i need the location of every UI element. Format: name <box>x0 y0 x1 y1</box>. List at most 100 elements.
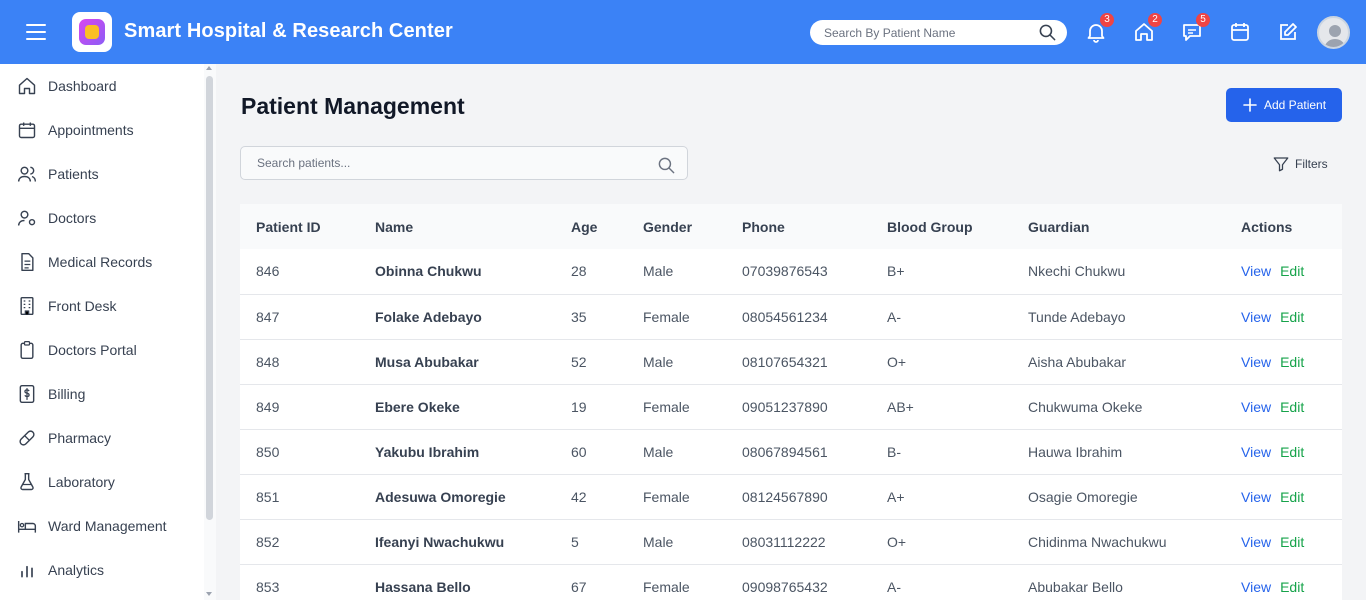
cell-blood-group: A- <box>887 308 901 325</box>
cell-guardian: Osagie Omoregie <box>1028 488 1138 505</box>
cell-age: 35 <box>571 308 587 325</box>
column-header-actions: Actions <box>1241 218 1293 235</box>
scroll-up-icon[interactable] <box>206 66 212 70</box>
search-icon[interactable] <box>657 156 676 175</box>
top-navbar: Smart Hospital & Research Center 3 2 5 <box>0 0 1366 64</box>
view-link[interactable]: View <box>1241 489 1271 505</box>
column-header-blood-group[interactable]: Blood Group <box>871 204 1012 249</box>
table-header-row: Patient ID Name Age Gender Phone Blood G… <box>240 204 1342 249</box>
view-link[interactable]: View <box>1241 309 1271 325</box>
logo-mark <box>79 19 105 45</box>
table-row: 847 Folake Adebayo 35 Female 08054561234… <box>240 294 1342 339</box>
sidebar-item-laboratory[interactable]: Laboratory <box>0 460 204 504</box>
cell-phone: 08067894561 <box>742 443 828 460</box>
cell-blood-group: O+ <box>887 353 907 370</box>
sidebar-item-label: Billing <box>48 386 86 402</box>
cell-name: Ifeanyi Nwachukwu <box>375 533 505 550</box>
sidebar-item-ward-management[interactable]: Ward Management <box>0 504 204 548</box>
notifications-badge: 3 <box>1100 13 1114 27</box>
flask-icon <box>20 472 34 491</box>
home-button[interactable]: 2 <box>1132 13 1162 44</box>
app-logo[interactable] <box>72 12 112 52</box>
sidebar-item-patients[interactable]: Patients <box>0 152 204 196</box>
patient-search-input[interactable] <box>824 20 1034 45</box>
sidebar-item-medical-records[interactable]: Medical Records <box>0 240 204 284</box>
cell-actions: View Edit <box>1225 564 1342 600</box>
cell-actions: View Edit <box>1225 339 1342 384</box>
sidebar-scrollbar-thumb[interactable] <box>206 76 213 520</box>
sidebar-item-doctors[interactable]: Doctors <box>0 196 204 240</box>
cell-blood-group: AB+ <box>887 398 914 415</box>
clipboard-icon <box>20 341 34 360</box>
add-patient-button[interactable]: Add Patient <box>1226 88 1342 122</box>
edit-link[interactable]: Edit <box>1280 263 1304 279</box>
cell-age: 52 <box>571 353 587 370</box>
column-header-age[interactable]: Age <box>555 204 627 249</box>
notifications-button[interactable]: 3 <box>1084 13 1114 44</box>
edit-link[interactable]: Edit <box>1280 579 1304 595</box>
patient-filter-input[interactable] <box>257 147 637 179</box>
edit-link[interactable]: Edit <box>1280 399 1304 415</box>
cell-age: 42 <box>571 488 587 505</box>
cell-gender: Female <box>643 578 690 595</box>
cell-patient-id: 846 <box>256 263 280 280</box>
edit-link[interactable]: Edit <box>1280 534 1304 550</box>
sidebar-item-billing[interactable]: Billing <box>0 372 204 416</box>
view-link[interactable]: View <box>1241 263 1271 279</box>
sidebar-item-pharmacy[interactable]: Pharmacy <box>0 416 204 460</box>
cell-patient-id: 851 <box>256 488 280 505</box>
sidebar-item-front-desk[interactable]: Front Desk <box>0 284 204 328</box>
column-header-guardian[interactable]: Guardian <box>1012 204 1225 249</box>
column-header-gender[interactable]: Gender <box>627 204 726 249</box>
cell-patient-id: 853 <box>256 578 280 595</box>
edit-link[interactable]: Edit <box>1280 354 1304 370</box>
sidebar-item-appointments[interactable]: Appointments <box>0 108 204 152</box>
edit-button[interactable] <box>1276 20 1300 44</box>
edit-link[interactable]: Edit <box>1280 489 1304 505</box>
sidebar-item-dashboard[interactable]: Dashboard <box>0 64 204 108</box>
user-icon <box>1324 25 1346 47</box>
view-link[interactable]: View <box>1241 534 1271 550</box>
edit-link[interactable]: Edit <box>1280 309 1304 325</box>
column-header-patient-id[interactable]: Patient ID <box>240 204 359 249</box>
menu-icon[interactable] <box>24 22 48 42</box>
scroll-down-icon[interactable] <box>206 592 212 596</box>
cell-gender: Female <box>643 398 690 415</box>
calendar-button[interactable] <box>1228 20 1252 44</box>
table-row: 850 Yakubu Ibrahim 60 Male 08067894561 B… <box>240 429 1342 474</box>
cell-gender: Male <box>643 533 674 550</box>
cell-guardian: Nkechi Chukwu <box>1028 263 1126 280</box>
sidebar-item-label: Ward Management <box>48 518 167 534</box>
bar-chart-icon <box>21 565 33 578</box>
calendar-icon <box>1231 23 1249 41</box>
cell-phone: 08107654321 <box>742 353 828 370</box>
cell-guardian: Hauwa Ibrahim <box>1028 443 1123 460</box>
edit-link[interactable]: Edit <box>1280 444 1304 460</box>
sidebar: Dashboard Appointments Patients Doctors … <box>0 64 216 600</box>
cell-patient-id: 852 <box>256 533 280 550</box>
home-icon <box>18 77 36 95</box>
filters-button[interactable]: Filters <box>1272 154 1332 174</box>
cell-name: Hassana Bello <box>375 578 471 595</box>
view-link[interactable]: View <box>1241 579 1271 595</box>
view-link[interactable]: View <box>1241 444 1271 460</box>
column-header-phone[interactable]: Phone <box>726 204 871 249</box>
view-link[interactable]: View <box>1241 354 1271 370</box>
user-avatar[interactable] <box>1317 16 1350 49</box>
sidebar-item-label: Doctors <box>48 210 97 226</box>
cell-age: 5 <box>571 533 579 550</box>
view-link[interactable]: View <box>1241 399 1271 415</box>
search-icon[interactable] <box>1038 23 1057 42</box>
messages-button[interactable]: 5 <box>1180 13 1210 44</box>
cell-phone: 09051237890 <box>742 398 828 415</box>
sidebar-item-label: Medical Records <box>48 254 153 270</box>
sidebar-item-analytics[interactable]: Analytics <box>0 548 204 592</box>
cell-age: 67 <box>571 578 587 595</box>
column-header-name[interactable]: Name <box>359 204 555 249</box>
cell-actions: View Edit <box>1225 474 1342 519</box>
sidebar-item-doctors-portal[interactable]: Doctors Portal <box>0 328 204 372</box>
cell-blood-group: O+ <box>887 533 907 550</box>
cell-gender: Female <box>643 488 690 505</box>
calendar-icon <box>18 122 36 139</box>
dollar-icon <box>19 384 35 404</box>
